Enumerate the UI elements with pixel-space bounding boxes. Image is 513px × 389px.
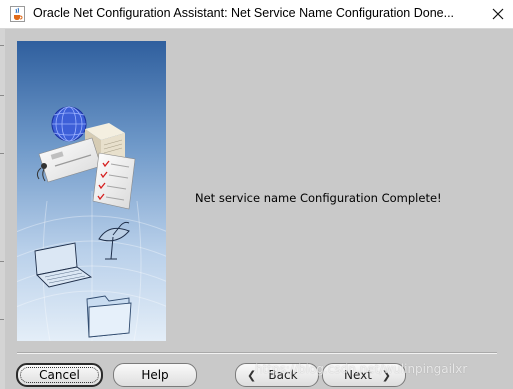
java-cup-icon xyxy=(10,6,25,22)
title-bar[interactable]: Oracle Net Configuration Assistant: Net … xyxy=(0,0,513,29)
help-button-label: Help xyxy=(141,368,169,382)
dialog-window: Oracle Net Configuration Assistant: Net … xyxy=(0,0,513,389)
left-edge xyxy=(0,29,5,389)
help-button[interactable]: Help xyxy=(113,363,197,387)
completion-message: Net service name Configuration Complete! xyxy=(195,191,442,205)
cancel-button-label: Cancel xyxy=(39,368,80,382)
cancel-button[interactable]: Cancel xyxy=(16,363,103,387)
globe-icon xyxy=(51,106,87,142)
close-button[interactable] xyxy=(483,0,513,29)
folder-icon xyxy=(86,295,132,338)
button-separator xyxy=(17,352,497,354)
watermark-text: https://blog.csdn.net/wulinpingailxr xyxy=(255,362,468,376)
close-icon xyxy=(492,8,504,20)
window-title: Oracle Net Configuration Assistant: Net … xyxy=(33,6,455,20)
side-illustration xyxy=(17,41,166,341)
checklist-icon xyxy=(92,152,136,210)
network-illustration xyxy=(17,41,166,341)
